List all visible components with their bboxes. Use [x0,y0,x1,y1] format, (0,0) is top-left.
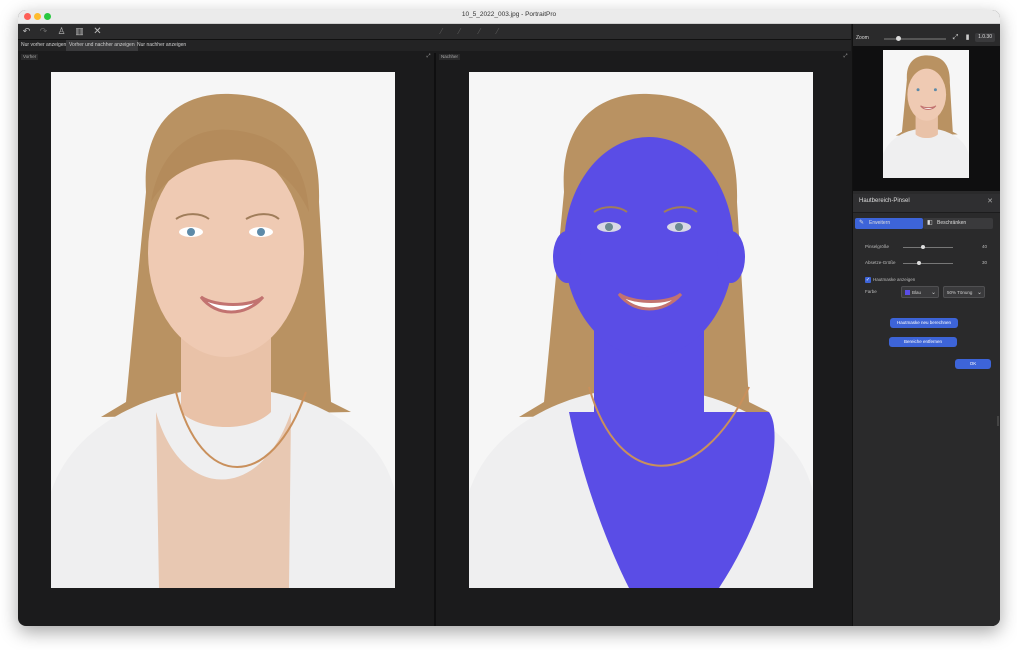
wand-icon[interactable]: ⁄ [474,26,485,37]
expand-icon[interactable]: ⤢ [842,53,849,59]
navigator-toolbar: Zoom ⤢ ▮ 1.0.30 [853,32,1000,44]
tab-after-only[interactable]: Nur nachher anzeigen [134,40,189,51]
chevron-down-icon: ⌄ [976,290,982,296]
side-panel: Zoom ⤢ ▮ 1.0.30 Hautbereich-Pinsel ✕ ✎ E… [852,24,1000,626]
tab-expand-label: Erweitern [869,220,891,226]
person-icon[interactable]: ♙ [56,26,67,37]
color-value: Blau [912,290,922,295]
app-window: 10_5_2022_003.jpg - PortraitPro ↶ ↷ ♙ ▥ … [18,10,1000,626]
show-mask-checkbox[interactable]: ✓ [865,277,871,283]
opacity-value: 50% Tönung [947,290,973,295]
window-title: 10_5_2022_003.jpg - PortraitPro [461,11,557,18]
thumbnail-image [883,50,969,178]
softness-slider[interactable] [903,261,953,265]
portrait-mask-image [469,72,813,588]
remove-areas-button[interactable]: Bereiche entfernen [889,337,957,347]
zoom-slider-knob[interactable] [896,36,901,41]
tab-expand[interactable]: ✎ Erweitern [855,218,923,229]
show-mask-row[interactable]: ✓ Hautmaske anzeigen [865,276,985,284]
softness-label: Absetze-Größe [865,260,896,265]
show-mask-label: Hautmaske anzeigen [873,277,916,282]
portrait-image [51,72,395,588]
navigator-preview[interactable] [853,46,1000,191]
eraser-icon[interactable]: ⁄ [492,26,503,37]
skin-brush-header: Hautbereich-Pinsel ✕ [853,194,1000,213]
navigator-thumbnail[interactable] [883,50,969,178]
expand-icon[interactable]: ⤢ [425,53,432,59]
before-photo[interactable] [51,72,395,588]
color-select[interactable]: Blau ⌄ [901,286,939,298]
undo-icon[interactable]: ↶ [21,26,32,37]
close-panel-icon[interactable]: ✕ [987,197,993,205]
before-pane-label: Vorher [21,54,39,60]
trash-icon[interactable]: ▥ [74,26,85,37]
panel-scrollbar[interactable] [997,416,999,426]
ok-button[interactable]: OK [955,359,991,369]
toolbar: ↶ ↷ ♙ ▥ ✕ ⁄ ⁄ ⁄ ⁄ [18,24,851,40]
redo-icon[interactable]: ↷ [38,26,49,37]
view-tabs: Nur vorher anzeigen Vorher und nachher a… [18,40,851,51]
softness-knob[interactable] [917,261,921,265]
brush-icon: ✎ [859,220,865,226]
zoom-slider[interactable] [884,36,946,41]
opacity-select[interactable]: 50% Tönung ⌄ [943,286,985,298]
softness-value: 30 [981,260,987,265]
softness-row: Absetze-Größe 30 [865,258,995,268]
brush-size-slider[interactable] [903,245,953,249]
zoom-value[interactable]: 1.0.30 [975,33,995,42]
pen-icon[interactable]: ⁄ [454,26,465,37]
color-row: Farbe Blau ⌄ 50% Tönung ⌄ [865,286,993,298]
tab-before-only[interactable]: Nur vorher anzeigen [18,40,69,51]
close-icon[interactable]: ✕ [92,26,103,37]
chevron-down-icon: ⌄ [930,290,936,296]
fit-icon[interactable]: ⤢ [951,33,960,42]
title-bar: 10_5_2022_003.jpg - PortraitPro [18,10,1000,24]
panel-title: Hautbereich-Pinsel [859,198,910,204]
brush-icon[interactable]: ⁄ [436,26,447,37]
color-swatch [905,290,910,295]
brush-size-label: Pinselgröße [865,244,890,249]
tab-reduce[interactable]: ◧ Beschränken [923,218,993,229]
brush-size-row: Pinselgröße 40 [865,242,995,252]
brush-size-value: 40 [981,244,987,249]
brush-size-knob[interactable] [921,245,925,249]
color-label: Farbe [865,289,877,294]
after-photo[interactable] [469,72,813,588]
zoom-in-icon[interactable]: ▮ [963,33,972,42]
pane-divider[interactable] [434,53,436,626]
tab-reduce-label: Beschränken [937,220,967,226]
eraser-icon: ◧ [927,220,933,226]
after-pane-label: Nachher [439,54,461,60]
tab-before-after[interactable]: Vorher und nachher anzeigen [66,40,138,51]
recalculate-mask-button[interactable]: Hautmaske neu berechnen [890,318,958,328]
zoom-label: Zoom [856,35,869,41]
